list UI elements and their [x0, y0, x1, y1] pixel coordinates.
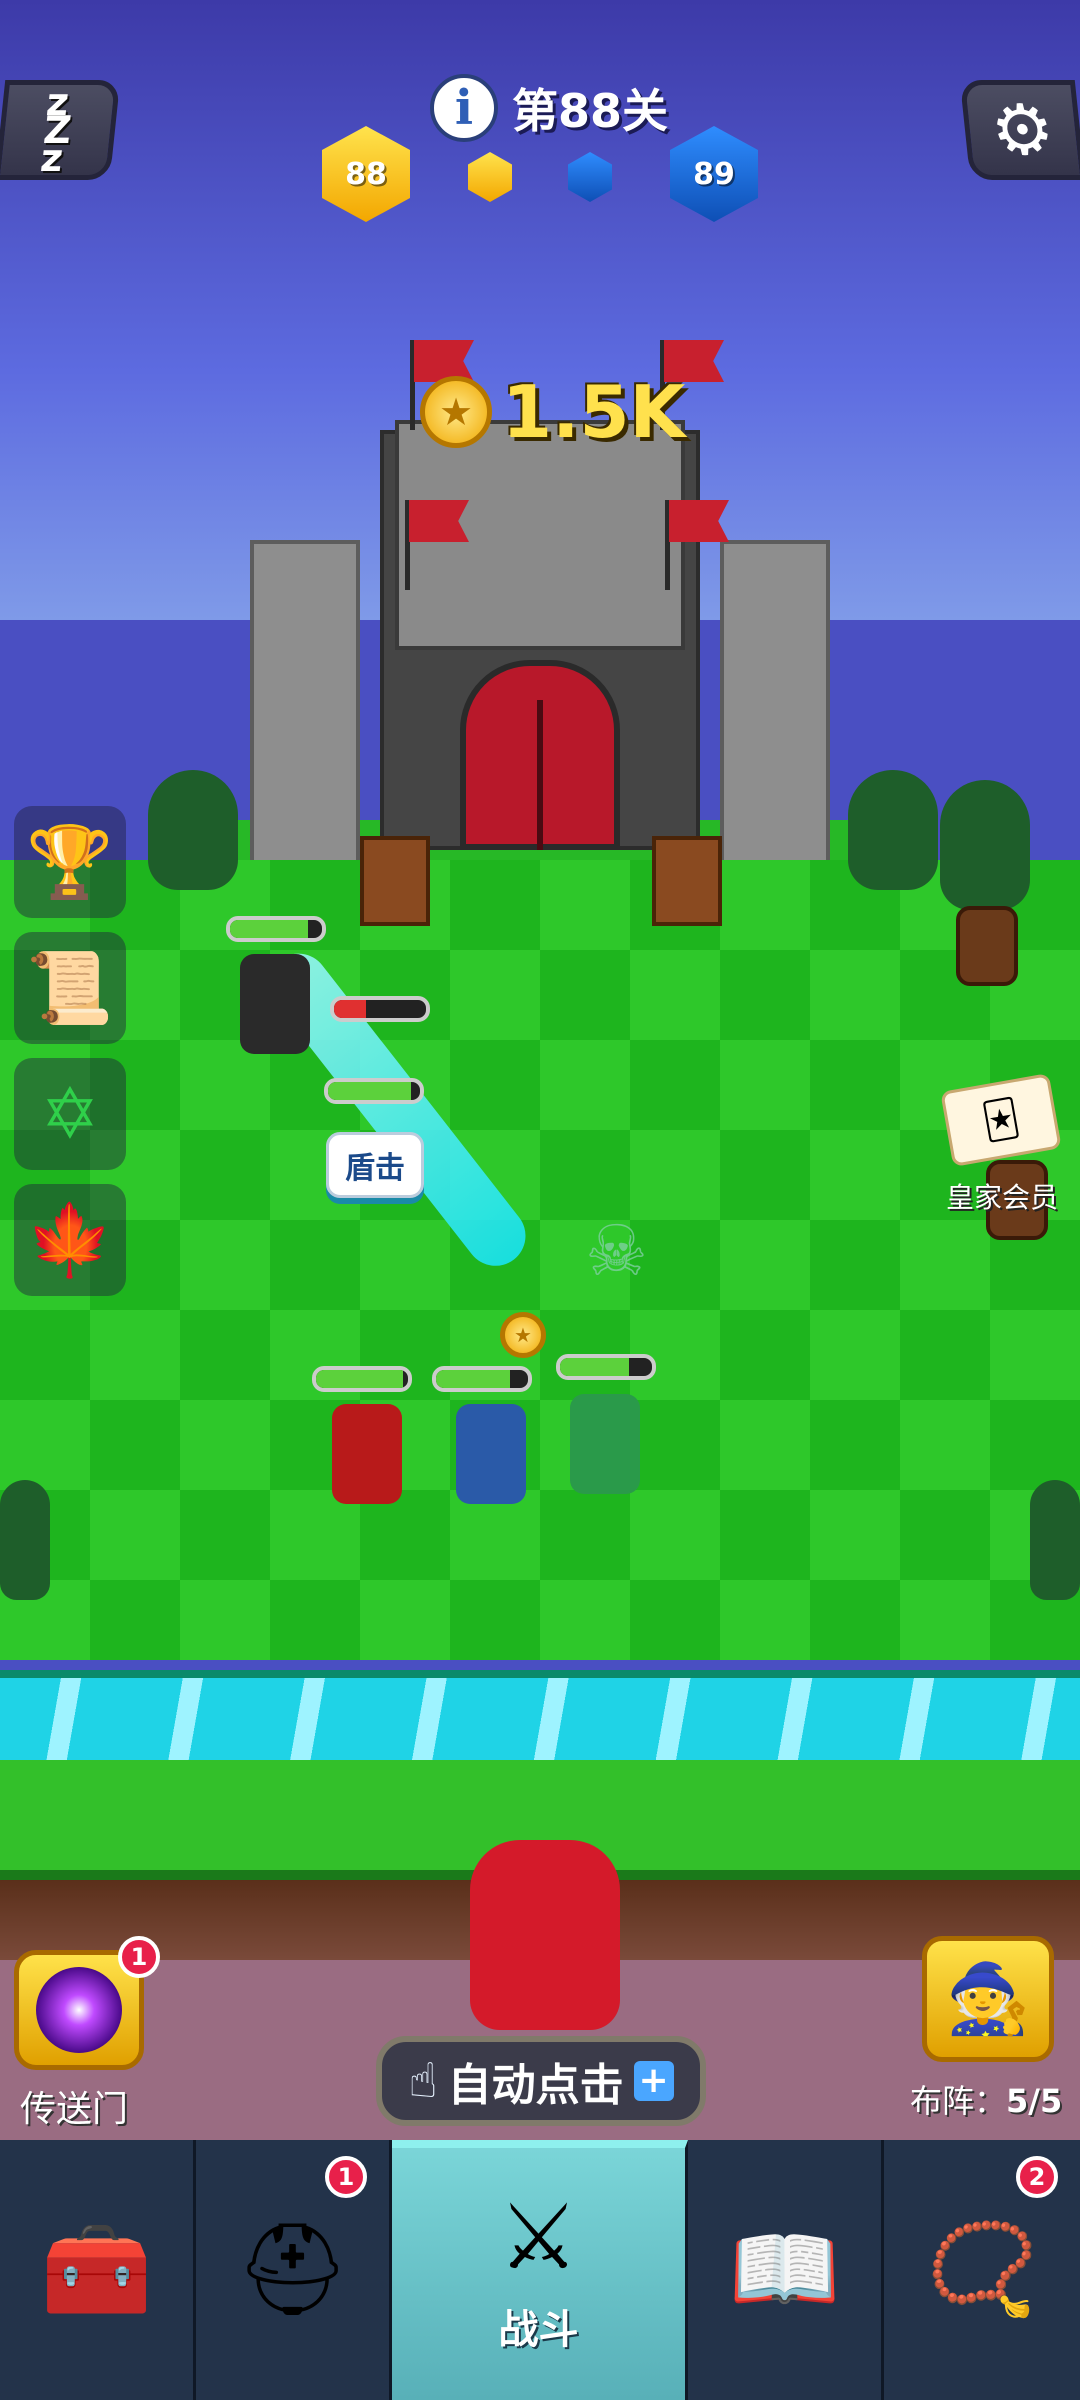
settings-button[interactable]: ⚙ [959, 80, 1080, 180]
hexagram-icon: ✡ [40, 1073, 100, 1155]
info-icon[interactable]: i [430, 73, 498, 142]
nav-item-spellbook[interactable]: 📖 [688, 2140, 884, 2400]
target-health-bar [324, 1078, 424, 1104]
nav-label-battle: 战斗 [498, 2307, 579, 2353]
auto-click-label: 自动点击 [447, 2060, 624, 2111]
formation-count: 5/5 [1006, 2082, 1063, 2120]
nav-item-amulet[interactable]: 📿 2 [884, 2140, 1080, 2400]
formation-hero-icon: 🧙 [945, 1960, 1031, 2039]
enemy-dark-knight[interactable] [240, 954, 310, 1054]
ally-health-fill [316, 1370, 404, 1388]
scroll-icon: 📜 [26, 946, 114, 1029]
tap-hand-icon: ☝ [408, 2053, 438, 2109]
wooden-crate [360, 836, 430, 926]
wooden-crate [652, 836, 722, 926]
royal-membership-label: 皇家会员 [946, 1181, 1059, 1214]
plus-icon: + [633, 2061, 674, 2101]
enemy-health-fill [230, 920, 309, 938]
heroes-badge: 1 [325, 2156, 367, 2198]
royal-card-icon: 🃏 [979, 1096, 1023, 1144]
ally-red-warrior[interactable] [332, 1404, 402, 1504]
sleep-button[interactable]: zZz [0, 80, 121, 180]
portal-label: 传送门 [20, 2089, 129, 2130]
formation-button[interactable]: 🧙 [922, 1936, 1054, 2062]
portal-vortex-icon [36, 1967, 122, 2053]
hexagram-button[interactable]: ✡ [14, 1058, 126, 1170]
ally-green-archer[interactable] [570, 1394, 640, 1494]
ally-health-bar [432, 1366, 532, 1392]
auto-click-button[interactable]: ☝ 自动点击 + [376, 2036, 706, 2126]
enemy-damaged-health-bar [330, 996, 430, 1022]
gate-seam [537, 700, 543, 850]
amulet-badge: 2 [1016, 2156, 1058, 2198]
nav-item-heroes[interactable]: ⛑ 1 [196, 2140, 392, 2400]
bottom-nav: 🧰 ⛑ 1 ⚔ 战斗 📖 📿 2 [0, 2140, 1080, 2400]
battlefield [0, 860, 1080, 1660]
ally-blue-knight[interactable] [456, 1404, 526, 1504]
castle-reward: ★ 1.5K [420, 370, 685, 454]
ranking-button[interactable]: 🏆 [14, 806, 126, 918]
enemy-damaged-health-fill [334, 1000, 367, 1018]
pine-tree [148, 770, 238, 890]
enemy-health-bar [226, 916, 326, 942]
crossed-swords-icon: ⚔ [498, 2185, 579, 2290]
winged-helmet-icon: ⛑ [235, 2217, 350, 2322]
nav-item-treasure[interactable]: 🧰 [0, 2140, 196, 2400]
portal-badge: 1 [118, 1936, 160, 1978]
formation-status: 布阵：5/5 [910, 2076, 1062, 2122]
maple-button[interactable]: 🍁 [14, 1184, 126, 1296]
gear-icon: ⚙ [986, 89, 1059, 171]
bush [0, 1480, 50, 1600]
treasure-chest-icon: 🧰 [40, 2217, 153, 2322]
bush [1030, 1480, 1080, 1600]
left-wall [250, 540, 360, 900]
red-maple-icon: 🍁 [26, 1198, 114, 1281]
level-title: 第88关 [512, 83, 669, 138]
river [0, 1670, 1080, 1760]
nav-item-battle[interactable]: ⚔ 战斗 [392, 2140, 688, 2400]
ranking-icon: 🏆 [26, 820, 114, 903]
formation-label: 布阵： [910, 2082, 1007, 2120]
hero-red-demon[interactable] [470, 1840, 620, 2030]
zzz-icon: zZz [38, 80, 74, 180]
level-header: i 第88关 [430, 70, 668, 145]
barrel [956, 906, 1018, 986]
scroll-button[interactable]: 📜 [14, 932, 126, 1044]
pine-tree [848, 770, 938, 890]
coin-icon: ★ [420, 376, 492, 448]
pine-tree [940, 780, 1030, 910]
target-health-fill [328, 1082, 411, 1100]
skull-icon: ☠ [585, 1210, 648, 1292]
reward-amount: 1.5K [502, 370, 686, 454]
ally-health-bar [312, 1366, 412, 1392]
skill-popup: 盾击 [326, 1132, 424, 1198]
ally-health-fill [436, 1370, 510, 1388]
ally-health-fill [560, 1358, 629, 1376]
spellbook-icon: 📖 [728, 2217, 841, 2322]
amulet-icon: 📿 [925, 2217, 1039, 2322]
dropped-coin-icon: ★ [500, 1312, 546, 1358]
ally-health-bar [556, 1354, 656, 1380]
